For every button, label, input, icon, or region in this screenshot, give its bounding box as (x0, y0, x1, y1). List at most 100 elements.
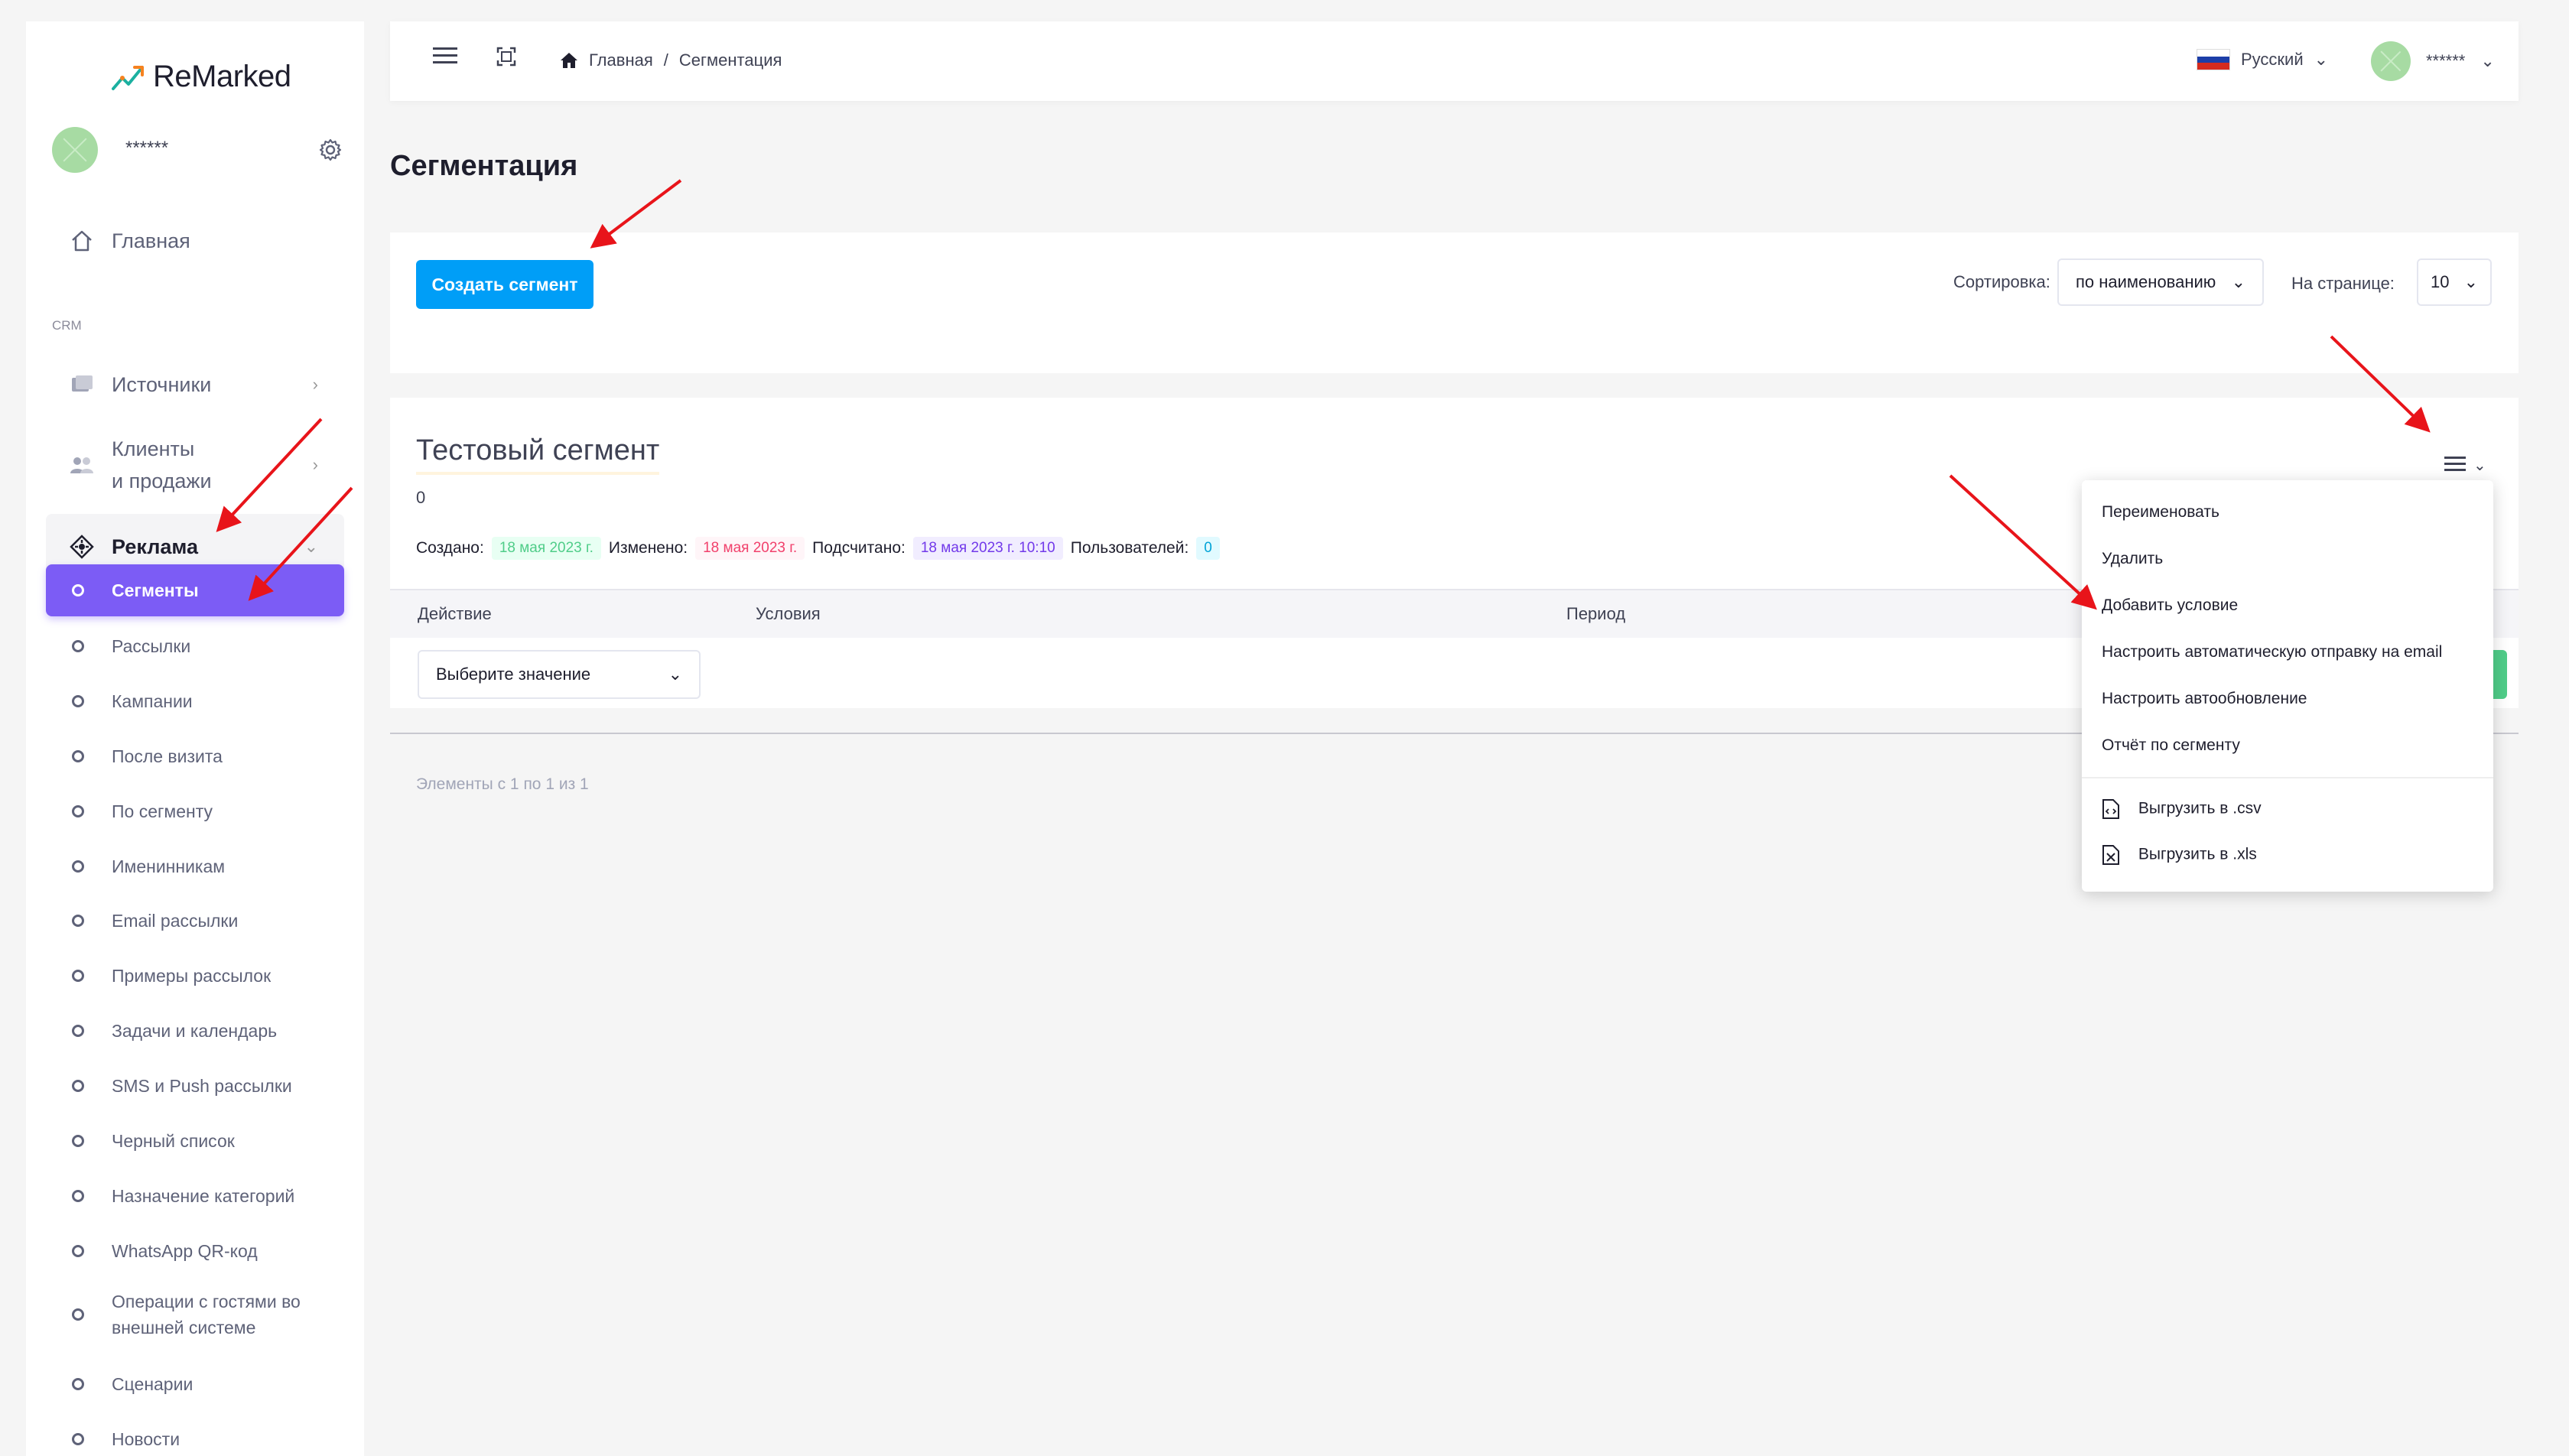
home-icon[interactable] (560, 52, 578, 69)
counted-label: Подсчитано: (812, 539, 906, 557)
bullet-icon (72, 1378, 84, 1390)
gear-icon[interactable] (318, 138, 343, 162)
sidebar-subitem-guest-operations[interactable]: Операции с гостями во внешней системе (46, 1280, 344, 1349)
user-menu[interactable]: ****** ⌄ (2371, 41, 2495, 81)
breadcrumb-home[interactable]: Главная (589, 50, 653, 70)
sidebar-item-label: Клиенты и продажи (112, 433, 212, 497)
menu-divider (2082, 777, 2493, 778)
chevron-down-icon: ⌄ (668, 665, 682, 684)
sidebar-subitem-blacklist[interactable]: Черный список (46, 1115, 344, 1167)
sidebar-subitem-examples[interactable]: Примеры рассылок (46, 950, 344, 1002)
bullet-icon (72, 1080, 84, 1092)
breadcrumb-separator: / (663, 50, 668, 70)
sidebar-subitem-label: Примеры рассылок (112, 966, 272, 986)
sidebar-item-label: Реклама (112, 535, 198, 558)
label-line: и продажи (112, 470, 212, 492)
sidebar-subitem-label: Рассылки (112, 636, 191, 656)
users-badge: 0 (1196, 537, 1220, 560)
chevron-right-icon: › (312, 455, 318, 474)
sidebar-subitem-scenarios[interactable]: Сценарии (46, 1358, 344, 1410)
bullet-icon (72, 970, 84, 982)
sidebar-subitem-label: Кампании (112, 691, 193, 711)
menu-toggle-icon[interactable] (433, 47, 457, 67)
menu-item-auto-update[interactable]: Настроить автообновление (2102, 690, 2307, 708)
export-xls-label: Выгрузить в .xls (2138, 845, 2257, 863)
sidebar-subitem-mailings[interactable]: Рассылки (46, 620, 344, 672)
sidebar-subitem-sms-push[interactable]: SMS и Push рассылки (46, 1060, 344, 1112)
pagination-info: Элементы с 1 по 1 из 1 (416, 775, 589, 793)
sidebar-subitem-label: Новости (112, 1429, 180, 1449)
language-label: Русский (2241, 50, 2304, 69)
per-page-select[interactable]: 10 ⌄ (2417, 258, 2492, 306)
column-header-action: Действие (418, 604, 492, 623)
column-header-conditions: Условия (756, 604, 821, 623)
menu-item-delete[interactable]: Удалить (2102, 550, 2163, 568)
bullet-icon (72, 1245, 84, 1257)
target-icon (70, 535, 94, 559)
menu-item-report[interactable]: Отчёт по сегменту (2102, 736, 2240, 755)
sidebar-subitem-tasks[interactable]: Задачи и календарь (46, 1005, 344, 1057)
menu-item-email-auto-send[interactable]: Настроить автоматическую отправку на ema… (2102, 643, 2442, 661)
chevron-down-icon: ⌄ (2231, 272, 2245, 291)
fullscreen-icon[interactable] (496, 46, 517, 67)
bullet-icon (72, 584, 84, 596)
sidebar-subitem-by-segment[interactable]: По сегменту (46, 785, 344, 837)
chevron-down-icon: ⌄ (2314, 50, 2329, 69)
label-line: внешней системе (112, 1318, 256, 1337)
segment-actions-menu: Переименовать Удалить Добавить условие Н… (2082, 480, 2493, 892)
xls-file-icon (2102, 845, 2119, 865)
action-select[interactable]: Выберите значение ⌄ (418, 650, 701, 699)
sidebar-subitem-label: Черный список (112, 1131, 235, 1151)
sidebar-item-sources[interactable]: Источники › (26, 350, 364, 419)
segment-actions-toggle[interactable]: ⌄ (2444, 456, 2486, 475)
sidebar-item-label: Главная (112, 229, 190, 252)
menu-item-rename[interactable]: Переименовать (2102, 503, 2219, 522)
bullet-icon (72, 1135, 84, 1147)
segment-meta: Создано: 18 мая 2023 г. Изменено: 18 мая… (416, 537, 1220, 560)
label-line: Клиенты (112, 437, 195, 460)
sidebar-subitem-whatsapp[interactable]: WhatsApp QR-код (46, 1225, 344, 1277)
save-button-edge[interactable] (2492, 650, 2507, 699)
avatar[interactable] (52, 127, 98, 173)
menu-item-add-condition[interactable]: Добавить условие (2102, 596, 2238, 615)
bullet-icon (72, 1190, 84, 1202)
sidebar-subitem-label: SMS и Push рассылки (112, 1076, 292, 1096)
menu-item-export-csv[interactable]: Выгрузить в .csv (2102, 798, 2262, 820)
page-title: Сегментация (390, 150, 578, 182)
sidebar-subitem-label: Email рассылки (112, 911, 239, 931)
logo-text: ReMarked (153, 60, 291, 93)
sidebar-item-home[interactable]: Главная (26, 222, 364, 260)
segment-count: 0 (416, 488, 426, 507)
sort-select[interactable]: по наименованию ⌄ (2057, 258, 2264, 306)
sidebar-item-label: Источники (112, 372, 212, 396)
bullet-icon (72, 915, 84, 927)
language-selector[interactable]: Русский ⌄ (2197, 49, 2328, 70)
chevron-down-icon: ⌄ (2480, 51, 2495, 70)
per-page-value: 10 (2431, 272, 2450, 291)
sidebar-subitem-segments[interactable]: Сегменты (46, 564, 344, 616)
create-segment-button[interactable]: Создать сегмент (416, 260, 593, 309)
avatar (2371, 41, 2411, 81)
sources-icon (72, 375, 93, 392)
chevron-down-icon: ⌄ (304, 537, 318, 556)
changed-badge: 18 мая 2023 г. (695, 537, 805, 560)
sidebar-subitem-categories[interactable]: Назначение категорий (46, 1170, 344, 1222)
column-header-period: Период (1566, 604, 1626, 623)
sidebar-subitem-after-visit[interactable]: После визита (46, 730, 344, 782)
russia-flag-icon (2197, 49, 2230, 70)
sidebar-item-clients[interactable]: Клиенты и продажи › (26, 425, 364, 505)
changed-label: Изменено: (608, 539, 688, 557)
logo[interactable]: ReMarked (112, 60, 291, 94)
sidebar-subitem-email[interactable]: Email рассылки (46, 895, 344, 947)
user-name: ****** (2426, 51, 2466, 70)
sidebar-subitem-campaigns[interactable]: Кампании (46, 675, 344, 727)
created-badge: 18 мая 2023 г. (491, 537, 601, 560)
bullet-icon (72, 1308, 84, 1321)
bullet-icon (72, 860, 84, 873)
label-line: Операции с гостями во (112, 1292, 301, 1311)
sidebar-subitem-news[interactable]: Новости (46, 1413, 344, 1456)
chevron-right-icon: › (312, 375, 318, 394)
sidebar-subitem-birthdays[interactable]: Именинникам (46, 840, 344, 892)
sidebar: ReMarked ****** Главная CRM Источники › … (26, 21, 364, 1456)
menu-item-export-xls[interactable]: Выгрузить в .xls (2102, 844, 2257, 866)
